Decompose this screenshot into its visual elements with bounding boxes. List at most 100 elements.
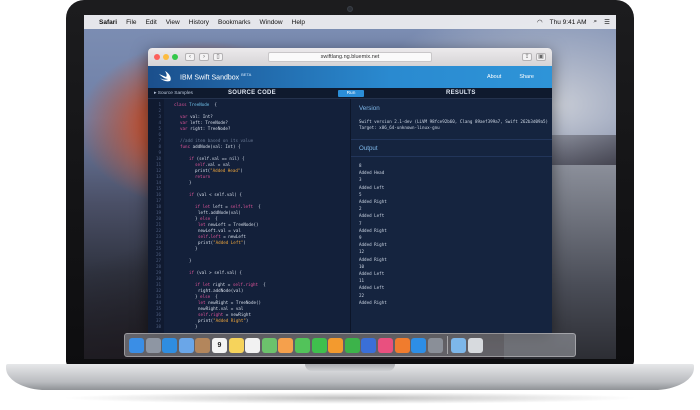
menu-help[interactable]: Help — [292, 19, 305, 26]
menu-window[interactable]: Window — [260, 19, 283, 26]
code-line[interactable]: 2 — [148, 108, 350, 113]
nav-about[interactable]: About — [487, 74, 501, 80]
run-button[interactable]: Run — [338, 90, 364, 97]
code-line[interactable]: 21 let newLeft = TreeNode() — [148, 222, 350, 227]
maps-icon[interactable] — [261, 337, 277, 353]
keynote-icon[interactable] — [361, 337, 377, 353]
app-store-icon[interactable] — [411, 337, 427, 353]
code-editor[interactable]: 1 class TreeNode {2 3 var val: Int? 4 var lef… — [148, 99, 350, 333]
code-text: } — [195, 246, 198, 251]
line-number: 24 — [155, 240, 161, 245]
code-line[interactable]: 37 print("Added Right") — [148, 318, 350, 323]
results-divider — [351, 139, 552, 140]
back-button[interactable]: ‹ — [185, 53, 195, 61]
code-line[interactable]: 15 — [148, 186, 350, 191]
spotlight-icon[interactable]: ⌕ — [594, 18, 598, 26]
code-line[interactable]: 4 var left: TreeNode? — [148, 120, 350, 125]
code-line[interactable]: 25} — [148, 246, 350, 251]
code-line[interactable]: 17 — [148, 198, 350, 203]
code-line[interactable]: 29 if (val > self.val) { — [148, 270, 350, 275]
code-line[interactable]: 10 if (self.val == nil) { — [148, 156, 350, 161]
notes-icon[interactable] — [228, 337, 244, 353]
code-line[interactable]: 1 class TreeNode { — [148, 102, 350, 107]
output-line: 5 — [359, 191, 362, 197]
line-number: 29 — [155, 270, 161, 275]
code-line[interactable]: 9 — [148, 150, 350, 155]
code-line[interactable]: 24 print("Added Left") — [148, 240, 350, 245]
messages-icon[interactable] — [294, 337, 310, 353]
code-text: right.addNode(val) — [198, 288, 244, 293]
photos-icon[interactable] — [278, 337, 294, 353]
itunes-icon[interactable] — [377, 337, 393, 353]
code-line[interactable]: 33} else { — [148, 294, 350, 299]
trash-icon[interactable] — [467, 337, 483, 353]
code-line[interactable]: 38} — [148, 324, 350, 329]
menu-edit[interactable]: Edit — [146, 19, 157, 26]
menu-bookmarks[interactable]: Bookmarks — [218, 19, 251, 26]
code-line[interactable]: 28 — [148, 264, 350, 269]
code-line[interactable]: 14} — [148, 180, 350, 185]
code-line[interactable]: 31 if let right = self.right { — [148, 282, 350, 287]
nav-share[interactable]: Share — [519, 74, 534, 80]
code-line[interactable]: 20} else { — [148, 216, 350, 221]
code-line[interactable]: 30 — [148, 276, 350, 281]
downloads-folder-icon[interactable] — [451, 337, 467, 353]
numbers-icon[interactable] — [344, 337, 360, 353]
code-text: print("Added Left") — [198, 240, 246, 245]
pages-icon[interactable] — [328, 337, 344, 353]
code-line[interactable]: 26 — [148, 252, 350, 257]
share-icon[interactable]: ⇪ — [522, 53, 532, 61]
system-preferences-icon[interactable] — [427, 337, 443, 353]
code-line[interactable]: 35 newRight.val = val — [148, 306, 350, 311]
line-number: 3 — [158, 114, 161, 119]
code-line[interactable]: 27} — [148, 258, 350, 263]
code-line[interactable]: 12 print("Added Head") — [148, 168, 350, 173]
line-number: 36 — [155, 312, 161, 317]
code-line[interactable]: 16 if (val < self.val) { — [148, 192, 350, 197]
code-text: let newLeft = TreeNode() — [198, 222, 259, 227]
toolbar-right-buttons: ⇪ ▣ — [518, 53, 546, 61]
code-line[interactable]: 22 newLeft.val = val — [148, 228, 350, 233]
menu-view[interactable]: View — [166, 19, 180, 26]
reminders-icon[interactable] — [245, 337, 261, 353]
code-line[interactable]: 5 var right: TreeNode? — [148, 126, 350, 131]
line-number: 21 — [155, 222, 161, 227]
code-line[interactable]: 11 self.val = val — [148, 162, 350, 167]
menu-history[interactable]: History — [189, 19, 209, 26]
finder-icon[interactable] — [129, 337, 144, 353]
source-samples-toggle[interactable]: ▸ Source Samples — [154, 91, 193, 96]
code-line[interactable]: 32 right.addNode(val) — [148, 288, 350, 293]
sidebar-toggle-button[interactable]: ▯ — [213, 53, 223, 61]
forward-button[interactable]: › — [199, 53, 209, 61]
code-line[interactable]: 34 let newRight = TreeNode() — [148, 300, 350, 305]
contacts-icon[interactable] — [195, 337, 211, 353]
ibooks-icon[interactable] — [394, 337, 410, 353]
code-line[interactable]: 8 func addNode(val: Int) { — [148, 144, 350, 149]
code-line[interactable]: 18 if let left = self.left { — [148, 204, 350, 209]
code-line[interactable]: 23 self.left = newLeft — [148, 234, 350, 239]
output-line: Added Right — [359, 299, 387, 305]
code-line[interactable]: 3 var val: Int? — [148, 114, 350, 119]
code-line[interactable]: 36 self.right = newRight — [148, 312, 350, 317]
facetime-icon[interactable] — [311, 337, 327, 353]
code-text: self.left = newLeft — [198, 234, 246, 239]
zoom-window-button[interactable] — [172, 54, 178, 60]
wifi-icon[interactable]: ◠ — [537, 18, 543, 26]
menu-file[interactable]: File — [126, 19, 136, 26]
code-line[interactable]: 7 //add item based on its value — [148, 138, 350, 143]
minimize-window-button[interactable] — [163, 54, 169, 60]
launchpad-icon[interactable] — [145, 337, 161, 353]
clock[interactable]: Thu 9:41 AM — [550, 19, 587, 26]
close-window-button[interactable] — [154, 54, 160, 60]
notification-center-icon[interactable]: ☰ — [604, 18, 610, 26]
menu-app-name[interactable]: Safari — [99, 19, 117, 26]
code-line[interactable]: 13 return — [148, 174, 350, 179]
output-heading: Output — [359, 145, 378, 152]
calendar-icon[interactable]: 9 — [211, 337, 227, 353]
address-bar[interactable]: swiftlang.ng.bluemix.net — [268, 52, 432, 62]
mail-icon[interactable] — [178, 337, 194, 353]
tabs-icon[interactable]: ▣ — [536, 53, 546, 61]
code-line[interactable]: 19 left.addNode(val) — [148, 210, 350, 215]
code-line[interactable]: 6 — [148, 132, 350, 137]
safari-icon[interactable] — [162, 337, 178, 353]
